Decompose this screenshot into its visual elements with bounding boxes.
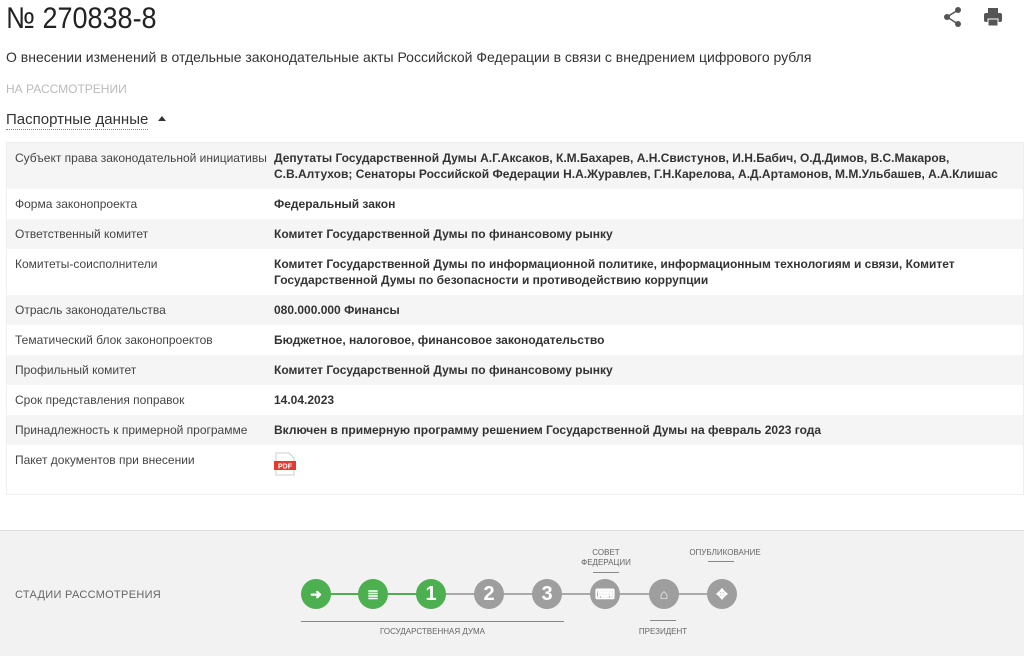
- row-key: Принадлежность к примерной программе: [15, 423, 248, 437]
- stage-node-5[interactable]: 3: [532, 579, 562, 609]
- row-key: Субъект права законодательной инициативы: [15, 151, 267, 165]
- table-row: Тематический блок законопроектов Бюджетно…: [7, 325, 1023, 355]
- row-key: Отрасль законодательства: [15, 303, 166, 317]
- svg-text:PDF: PDF: [278, 464, 293, 471]
- share-icon[interactable]: [942, 6, 964, 28]
- table-row: Ответственный комитет Комитет Государстве…: [7, 219, 1023, 249]
- stage-node-6[interactable]: ⌨: [590, 579, 620, 609]
- stage-node-4[interactable]: 2: [474, 579, 504, 609]
- caret-up-icon[interactable]: [158, 116, 166, 121]
- table-row: Срок представления поправок 14.04.2023: [7, 385, 1023, 415]
- row-value: Комитет Государственной Думы по финансов…: [274, 363, 613, 377]
- row-value: Включен в примерную программу решением Г…: [274, 423, 822, 437]
- row-value: Бюджетное, налоговое, финансовое законод…: [274, 333, 605, 347]
- council-label: СОВЕТ ФЕДЕРАЦИИ: [581, 548, 631, 567]
- stage-node-3[interactable]: 1: [416, 579, 446, 609]
- row-key: Профильный комитет: [15, 363, 137, 377]
- table-row: Отрасль законодательства 080.000.000 Фина…: [7, 295, 1023, 325]
- bill-number: № 270838-8: [6, 2, 157, 35]
- president-label: ПРЕЗИДЕНТ: [638, 627, 688, 636]
- row-value: Комитет Государственной Думы по информац…: [274, 257, 955, 287]
- stage-node-8[interactable]: ✥: [707, 579, 737, 609]
- passport-table: Субъект права законодательной инициативы…: [6, 142, 1024, 495]
- table-row: Комитеты-соисполнители Комитет Государств…: [7, 249, 1023, 295]
- passport-toggle[interactable]: Паспортные данные: [6, 111, 149, 130]
- row-key: Тематический блок законопроектов: [15, 333, 213, 347]
- row-value: Комитет Государственной Думы по финансов…: [274, 227, 613, 241]
- bill-subtitle: О внесении изменений в отдельные законод…: [6, 49, 812, 65]
- table-row: Пакет документов при внесении PDF: [7, 445, 1023, 494]
- row-value: 080.000.000 Финансы: [274, 303, 400, 317]
- table-row: Профильный комитет Комитет Государственно…: [7, 355, 1023, 385]
- table-row: Форма законопроекта Федеральный закон: [7, 189, 1023, 219]
- row-key: Срок представления поправок: [15, 393, 185, 407]
- duma-label: ГОСУДАРСТВЕННАЯ ДУМА: [380, 627, 485, 636]
- stage-node-7[interactable]: ⌂: [649, 579, 679, 609]
- table-row: Субъект права законодательной инициативы…: [7, 143, 1023, 189]
- row-key: Пакет документов при внесении: [15, 453, 195, 467]
- stages-label: СТАДИИ РАССМОТРЕНИЯ: [15, 589, 162, 601]
- publication-label: ОПУБЛИКОВАНИЕ: [689, 548, 761, 557]
- row-value: 14.04.2023: [274, 393, 335, 407]
- stage-node-2[interactable]: ≣: [358, 579, 388, 609]
- stage-node-1[interactable]: ➜: [301, 579, 331, 609]
- print-icon[interactable]: [982, 6, 1004, 28]
- row-key: Комитеты-соисполнители: [15, 257, 158, 271]
- status-badge: НА РАССМОТРЕНИИ: [6, 82, 127, 96]
- pdf-icon[interactable]: PDF: [274, 452, 296, 476]
- row-value: Федеральный закон: [274, 197, 396, 211]
- row-key: Ответственный комитет: [15, 227, 149, 241]
- table-row: Принадлежность к примерной программе Вклю…: [7, 415, 1023, 445]
- row-value: Депутаты Государственной Думы А.Г.Аксако…: [274, 151, 998, 181]
- row-key: Форма законопроекта: [15, 197, 138, 211]
